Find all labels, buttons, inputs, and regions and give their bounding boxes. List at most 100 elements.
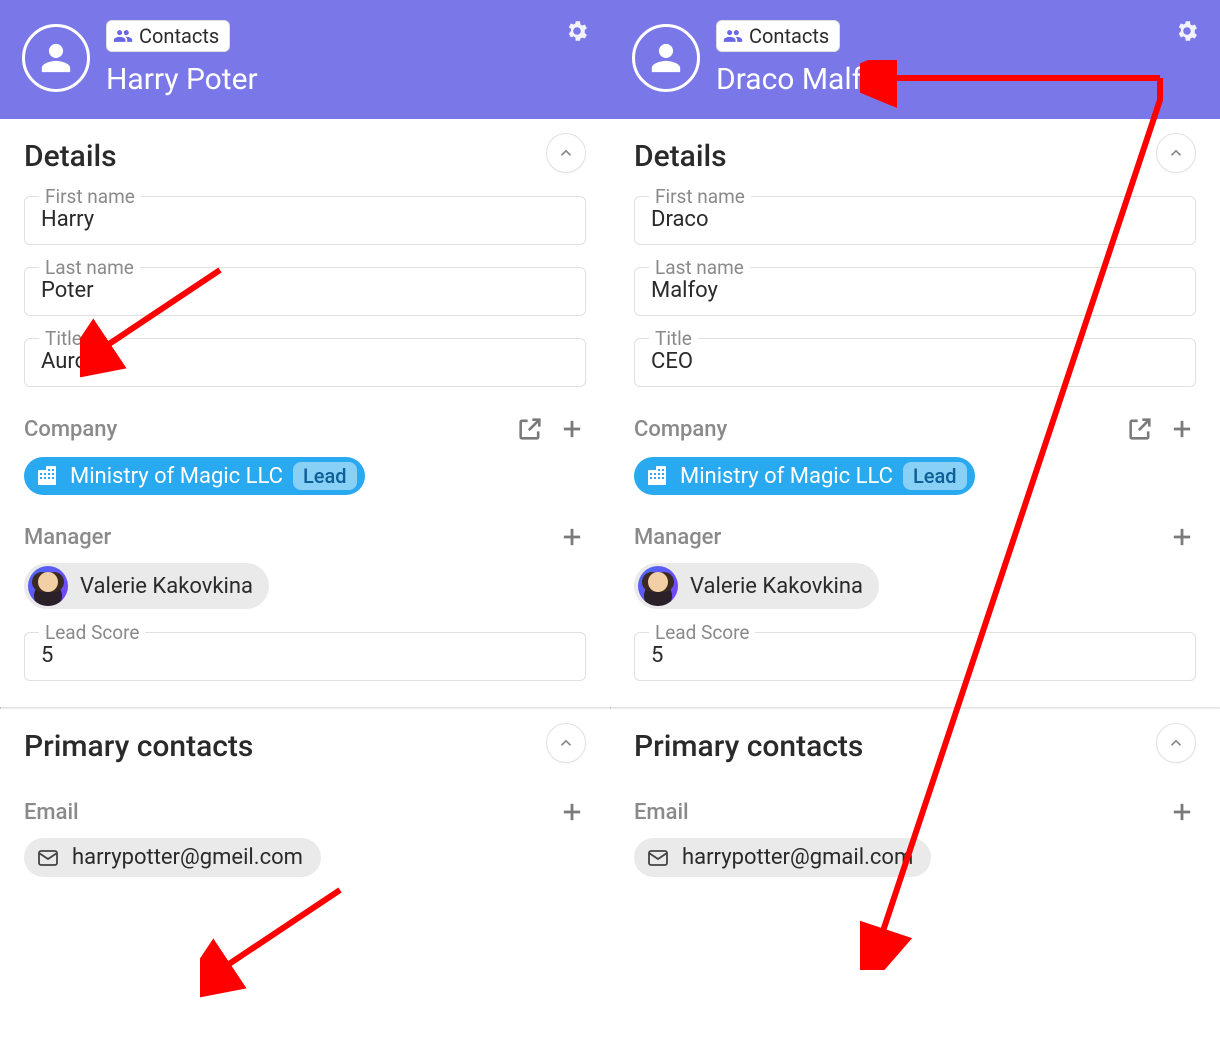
contact-panel-right: Contacts Draco Malfoy Details First name… <box>610 0 1220 1048</box>
title-label: Title <box>649 327 698 350</box>
collapse-primary-contacts-button[interactable] <box>546 723 586 763</box>
details-section: Details First name Harry Last name Poter… <box>0 119 610 707</box>
email-value: harrypotter@gmeil.com <box>72 845 303 870</box>
manager-label: Manager <box>634 525 721 550</box>
open-company-button[interactable] <box>1126 415 1154 443</box>
company-icon <box>34 463 60 489</box>
contacts-chip[interactable]: Contacts <box>716 20 840 52</box>
plus-icon <box>1168 415 1196 443</box>
gear-icon <box>564 18 590 44</box>
manager-name: Valerie Kakovkina <box>80 574 253 599</box>
contact-panel-left: Contacts Harry Poter Details First name … <box>0 0 610 1048</box>
last-name-label: Last name <box>39 256 140 279</box>
chevron-up-icon <box>557 734 575 752</box>
lead-score-value: 5 <box>651 643 1179 668</box>
title-field[interactable]: Title Auror <box>24 338 586 387</box>
lead-score-field[interactable]: Lead Score 5 <box>24 632 586 681</box>
mail-icon <box>36 846 60 870</box>
contacts-chip-label: Contacts <box>749 24 829 48</box>
external-link-icon <box>1126 415 1154 443</box>
contact-avatar <box>22 24 90 92</box>
collapse-primary-contacts-button[interactable] <box>1156 723 1196 763</box>
manager-chip[interactable]: Valerie Kakovkina <box>24 563 269 609</box>
gear-icon <box>1174 18 1200 44</box>
external-link-icon <box>516 415 544 443</box>
people-icon <box>723 26 743 46</box>
plus-icon <box>558 798 586 826</box>
primary-contacts-section: Primary contacts Email harrypotter@gmeil… <box>0 709 610 885</box>
lead-score-field[interactable]: Lead Score 5 <box>634 632 1196 681</box>
manager-chip[interactable]: Valerie Kakovkina <box>634 563 879 609</box>
open-company-button[interactable] <box>516 415 544 443</box>
header-titles: Contacts Draco Malfoy <box>716 20 893 97</box>
title-label: Title <box>39 327 88 350</box>
primary-contacts-section: Primary contacts Email harrypotter@gmail… <box>610 709 1220 885</box>
company-status-badge: Lead <box>903 462 967 490</box>
company-name: Ministry of Magic LLC <box>680 464 893 489</box>
add-email-button[interactable] <box>558 798 586 826</box>
lead-score-label: Lead Score <box>649 621 755 644</box>
details-title: Details <box>24 139 586 174</box>
add-manager-button[interactable] <box>558 523 586 551</box>
collapse-details-button[interactable] <box>1156 133 1196 173</box>
email-label: Email <box>634 800 689 825</box>
panel-header: Contacts Draco Malfoy <box>610 0 1220 119</box>
chevron-up-icon <box>557 144 575 162</box>
email-chip[interactable]: harrypotter@gmail.com <box>634 838 931 877</box>
first-name-label: First name <box>649 185 751 208</box>
email-value: harrypotter@gmail.com <box>682 845 913 870</box>
contact-name: Harry Poter <box>106 62 258 97</box>
last-name-value: Poter <box>41 278 569 303</box>
collapse-details-button[interactable] <box>546 133 586 173</box>
company-status-badge: Lead <box>293 462 357 490</box>
email-label-row: Email <box>634 798 1196 826</box>
primary-contacts-title: Primary contacts <box>24 729 586 764</box>
last-name-field[interactable]: Last name Malfoy <box>634 267 1196 316</box>
title-field[interactable]: Title CEO <box>634 338 1196 387</box>
first-name-label: First name <box>39 185 141 208</box>
settings-button[interactable] <box>564 18 590 48</box>
settings-button[interactable] <box>1174 18 1200 48</box>
last-name-value: Malfoy <box>651 278 1179 303</box>
lead-score-label: Lead Score <box>39 621 145 644</box>
person-icon <box>649 41 683 75</box>
primary-contacts-title: Primary contacts <box>634 729 1196 764</box>
email-label-row: Email <box>24 798 586 826</box>
last-name-field[interactable]: Last name Poter <box>24 267 586 316</box>
details-section: Details First name Draco Last name Malfo… <box>610 119 1220 707</box>
company-chip[interactable]: Ministry of Magic LLC Lead <box>634 457 975 495</box>
contact-avatar <box>632 24 700 92</box>
plus-icon <box>1168 523 1196 551</box>
last-name-label: Last name <box>649 256 750 279</box>
chevron-up-icon <box>1167 144 1185 162</box>
contact-name: Draco Malfoy <box>716 62 893 97</box>
manager-avatar <box>28 566 68 606</box>
chevron-up-icon <box>1167 734 1185 752</box>
lead-score-value: 5 <box>41 643 569 668</box>
add-manager-button[interactable] <box>1168 523 1196 551</box>
company-chip[interactable]: Ministry of Magic LLC Lead <box>24 457 365 495</box>
first-name-value: Harry <box>41 207 569 232</box>
manager-label-row: Manager <box>24 523 586 551</box>
company-icon <box>644 463 670 489</box>
company-label: Company <box>634 417 727 442</box>
manager-name: Valerie Kakovkina <box>690 574 863 599</box>
company-name: Ministry of Magic LLC <box>70 464 283 489</box>
add-company-button[interactable] <box>558 415 586 443</box>
email-chip[interactable]: harrypotter@gmeil.com <box>24 838 321 877</box>
title-value: Auror <box>41 349 569 374</box>
add-company-button[interactable] <box>1168 415 1196 443</box>
header-titles: Contacts Harry Poter <box>106 20 258 97</box>
company-label: Company <box>24 417 117 442</box>
people-icon <box>113 26 133 46</box>
company-label-row: Company <box>24 415 586 443</box>
add-email-button[interactable] <box>1168 798 1196 826</box>
first-name-field[interactable]: First name Draco <box>634 196 1196 245</box>
manager-label-row: Manager <box>634 523 1196 551</box>
first-name-field[interactable]: First name Harry <box>24 196 586 245</box>
manager-avatar <box>638 566 678 606</box>
panel-header: Contacts Harry Poter <box>0 0 610 119</box>
plus-icon <box>558 415 586 443</box>
contacts-chip[interactable]: Contacts <box>106 20 230 52</box>
manager-label: Manager <box>24 525 111 550</box>
